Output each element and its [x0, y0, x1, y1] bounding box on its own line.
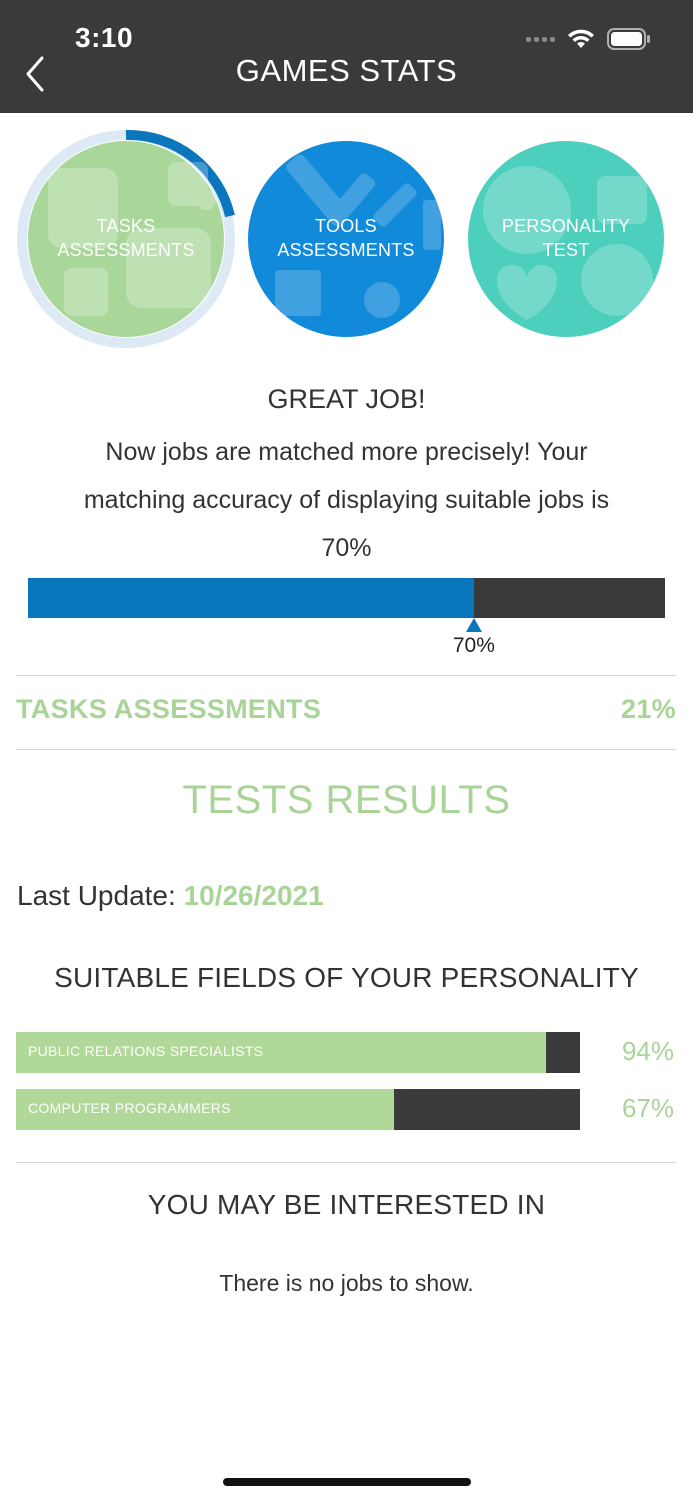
- status-icons: [526, 28, 651, 50]
- page-title: GAMES STATS: [235, 53, 458, 88]
- field-label: COMPUTER PROGRAMMERS: [28, 1100, 231, 1116]
- wifi-icon: [568, 29, 594, 48]
- accuracy-marker-icon: [465, 618, 482, 632]
- suitable-fields-title: SUITABLE FIELDS OF YOUR PERSONALITY: [54, 962, 639, 993]
- circle-label-line2: ASSESSMENTS: [57, 240, 195, 260]
- field-percent: 94%: [621, 1036, 674, 1066]
- divider: [16, 1162, 676, 1163]
- no-jobs-message: There is no jobs to show.: [219, 1270, 474, 1296]
- field-bar: COMPUTER PROGRAMMERS: [16, 1089, 580, 1130]
- circle-label-line1: PERSONALITY: [501, 216, 631, 236]
- category-selector: TASKS ASSESSMENTS TOOLS ASSESSMENTS PERS…: [0, 128, 693, 358]
- navigation-bar: 3:10 GAMES STATS: [0, 0, 693, 113]
- tasks-assessments-row: TASKS ASSESSMENTS 21%: [16, 694, 676, 725]
- field-bar: PUBLIC RELATIONS SPECIALISTS: [16, 1032, 580, 1073]
- last-update-label: Last Update:: [17, 880, 176, 911]
- accuracy-marker-label: 70%: [452, 634, 495, 657]
- tasks-assessments-label: TASKS ASSESSMENTS: [16, 694, 322, 724]
- field-row: PUBLIC RELATIONS SPECIALISTS 94%: [16, 1032, 676, 1073]
- last-update: Last Update: 10/26/2021: [17, 880, 324, 912]
- circle-label-line2: TEST: [542, 240, 590, 260]
- summary-line: 70%: [321, 534, 372, 562]
- tools-assessments-tab[interactable]: TOOLS ASSESSMENTS: [247, 140, 445, 338]
- tasks-assessments-tab[interactable]: TASKS ASSESSMENTS: [16, 128, 236, 350]
- personality-test-tab[interactable]: PERSONALITY TEST: [467, 140, 665, 338]
- summary-description: Now jobs are matched more precisely! You…: [30, 428, 663, 572]
- field-percent: 67%: [621, 1093, 674, 1123]
- battery-icon: [607, 28, 650, 50]
- accuracy-progress-bar: [28, 578, 665, 618]
- circle-label-line2: ASSESSMENTS: [277, 240, 415, 260]
- tests-results-title: TESTS RESULTS: [182, 778, 511, 822]
- home-indicator[interactable]: [223, 1478, 471, 1486]
- summary-heading: GREAT JOB!: [267, 384, 426, 414]
- status-time: 3:10: [75, 22, 134, 53]
- field-label: PUBLIC RELATIONS SPECIALISTS: [28, 1043, 264, 1059]
- cellular-signal-icon: [526, 36, 555, 42]
- circle-label-line1: TOOLS: [315, 216, 377, 236]
- last-update-date: 10/26/2021: [183, 880, 324, 911]
- interested-title: YOU MAY BE INTERESTED IN: [147, 1189, 546, 1220]
- divider: [16, 675, 676, 676]
- field-row: COMPUTER PROGRAMMERS 67%: [16, 1089, 676, 1130]
- summary-line: matching accuracy of displaying suitable…: [83, 486, 610, 514]
- divider: [16, 749, 676, 750]
- accuracy-progress-fill: [28, 578, 474, 618]
- summary-line: Now jobs are matched more precisely! You…: [105, 438, 588, 466]
- circle-label-line1: TASKS: [96, 216, 156, 236]
- tasks-assessments-value: 21%: [621, 694, 676, 724]
